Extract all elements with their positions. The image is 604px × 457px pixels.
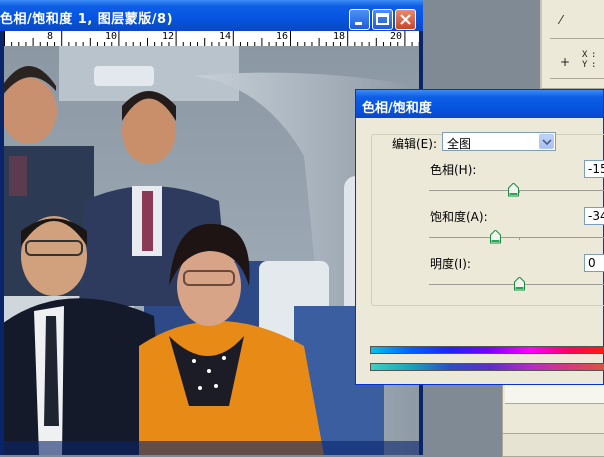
maximize-button[interactable] bbox=[372, 9, 393, 30]
ruler-mark: 10 bbox=[105, 31, 118, 42]
hue-saturation-dialog: 色相/饱和度 编辑(E): 全图 色相(H): -15 饱和度(A): -34 … bbox=[355, 89, 604, 385]
ruler-mark: 20 bbox=[390, 31, 403, 42]
close-button[interactable] bbox=[395, 9, 416, 30]
hue-label: 色相(H): bbox=[430, 163, 477, 177]
lightness-input[interactable]: 0 bbox=[584, 254, 604, 272]
edit-channel-value: 全图 bbox=[447, 137, 472, 151]
edit-label: 编辑(E): bbox=[392, 137, 437, 151]
dialog-titlebar[interactable]: 色相/饱和度 bbox=[356, 90, 603, 118]
info-panel: ⁄ + X Y :: bbox=[540, 0, 604, 89]
document-titlebar[interactable]: 色相/饱和度 1, 图层蒙版/8) bbox=[0, 0, 423, 31]
lightness-slider-thumb[interactable] bbox=[513, 277, 525, 291]
hue-slider-thumb[interactable] bbox=[508, 183, 520, 197]
ruler-mark: 8 bbox=[47, 31, 54, 42]
ruler-mark: 16 bbox=[276, 31, 289, 42]
hue-value: -15 bbox=[588, 162, 604, 176]
edit-channel-select[interactable]: 全图 bbox=[442, 132, 556, 151]
saturation-slider-track[interactable] bbox=[429, 237, 604, 240]
dialog-title: 色相/饱和度 bbox=[362, 101, 432, 116]
input-color-bar bbox=[370, 346, 604, 354]
eyedropper-icon[interactable]: ⁄ bbox=[560, 13, 562, 27]
close-icon bbox=[400, 14, 411, 25]
y-label: Y bbox=[582, 60, 588, 70]
crosshair-icon: + bbox=[560, 55, 571, 69]
ruler-mark: 12 bbox=[162, 31, 175, 42]
lightness-label: 明度(I): bbox=[430, 257, 471, 271]
ruler-mark: 14 bbox=[219, 31, 232, 42]
ruler-ticks bbox=[4, 31, 419, 46]
minimize-icon bbox=[355, 22, 362, 25]
saturation-label: 饱和度(A): bbox=[430, 210, 488, 224]
layers-toolbar bbox=[503, 433, 604, 456]
x-label: X bbox=[582, 50, 588, 60]
maximize-icon bbox=[376, 13, 389, 25]
dropdown-arrow-icon bbox=[542, 139, 552, 145]
saturation-value: -34 bbox=[588, 209, 604, 223]
saturation-slider-thumb[interactable] bbox=[490, 230, 502, 244]
xy-colons: :: bbox=[591, 50, 597, 70]
document-title: 色相/饱和度 1, 图层蒙版/8) bbox=[0, 12, 174, 27]
lightness-value: 0 bbox=[588, 256, 596, 270]
dropdown-arrow-button[interactable] bbox=[539, 134, 554, 149]
ruler-mark: 18 bbox=[333, 31, 346, 42]
minimize-button[interactable] bbox=[349, 9, 370, 30]
horizontal-ruler: 8 10 12 14 16 18 20 bbox=[4, 31, 419, 47]
hue-input[interactable]: -15 bbox=[584, 160, 604, 178]
saturation-input[interactable]: -34 bbox=[584, 207, 604, 225]
output-color-bar bbox=[370, 363, 604, 371]
